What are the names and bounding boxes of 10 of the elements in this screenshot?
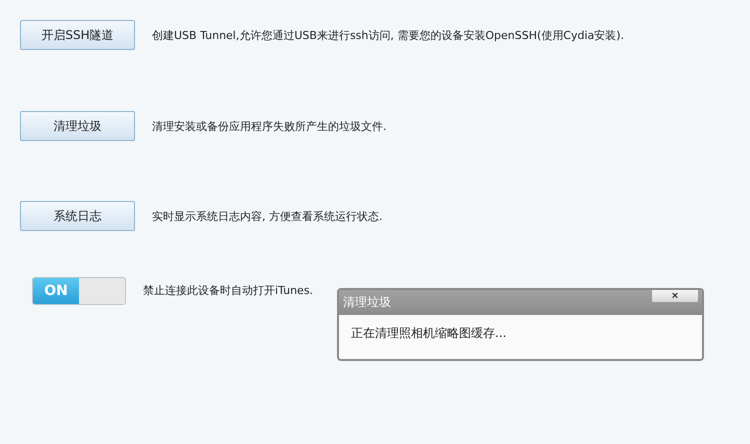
- description-text: 实时显示系统日志内容, 方便查看系统运行状态.: [152, 208, 382, 224]
- action-button[interactable]: 清理垃圾: [20, 111, 135, 141]
- action-button[interactable]: 开启SSH隧道: [20, 20, 135, 50]
- description-text: 创建USB Tunnel,允许您通过USB来进行ssh访问, 需要您的设备安装OpenSSH(使用Cydia安装).: [152, 28, 624, 42]
- description-text: 清理安装或备份应用程序失败所产生的垃圾文件.: [152, 118, 386, 134]
- description-text: 禁止连接此设备时自动打开iTunes.: [143, 283, 314, 298]
- action-button[interactable]: 系统日志: [20, 201, 135, 231]
- dialog-title: 清理垃圾: [343, 294, 391, 311]
- close-button[interactable]: ×: [651, 290, 699, 303]
- dialog-message: 正在清理照相机缩略图缓存...: [351, 325, 508, 342]
